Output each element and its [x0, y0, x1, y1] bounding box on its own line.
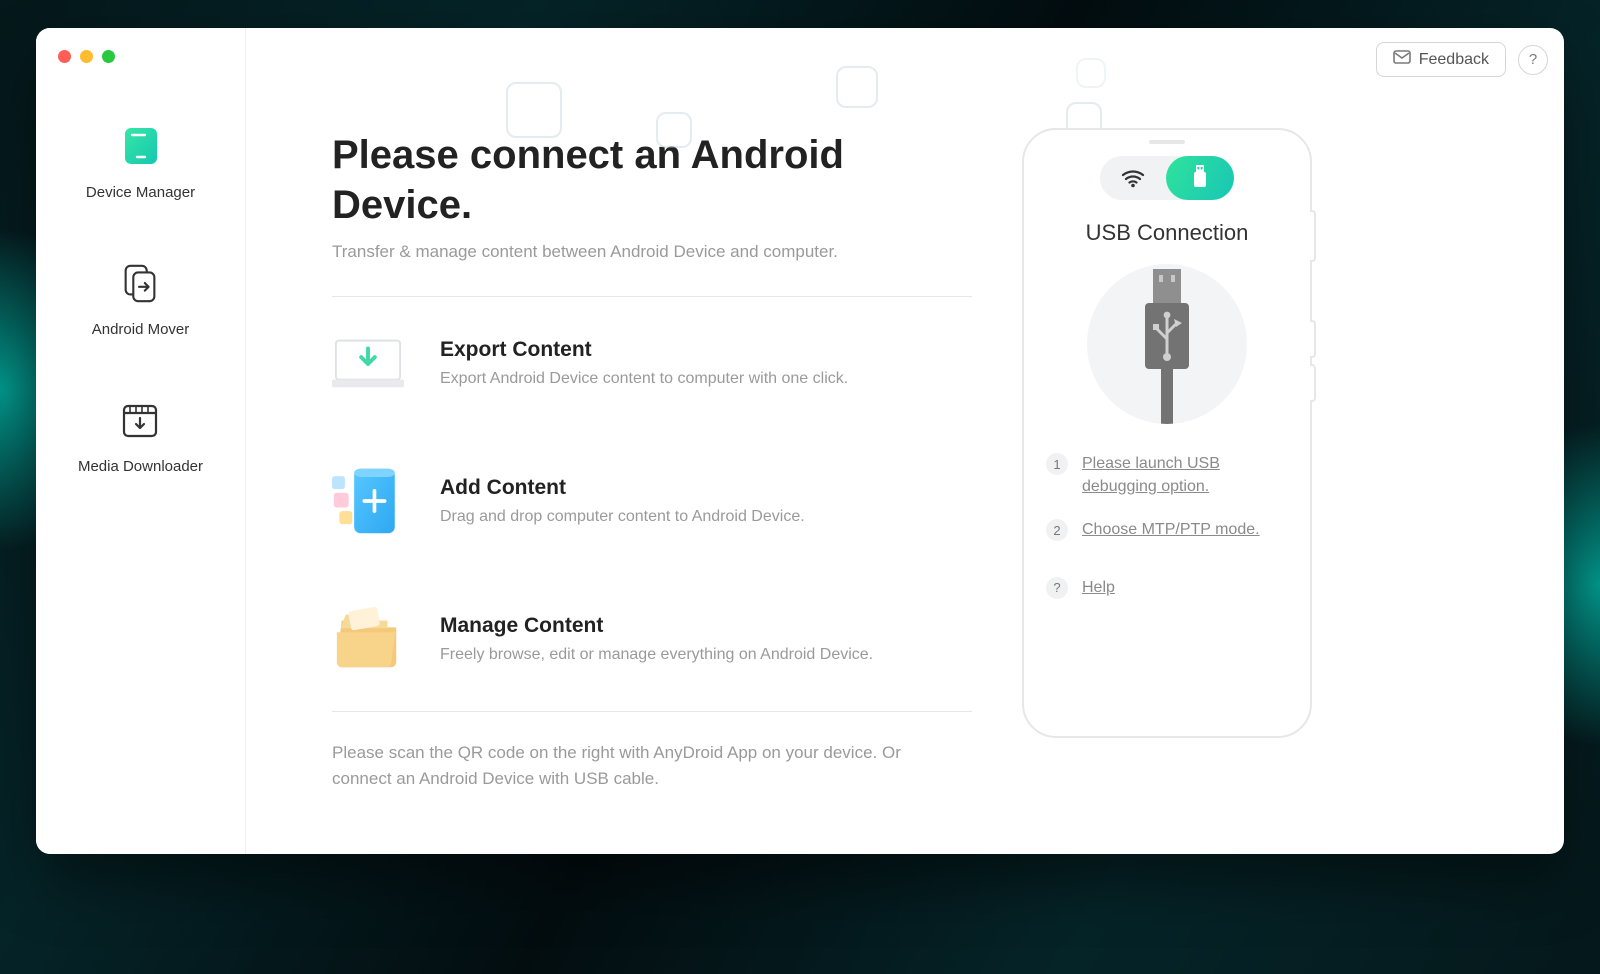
sidebar-item-android-mover[interactable]: Android Mover	[92, 261, 190, 338]
manage-content-icon	[332, 603, 404, 675]
window-traffic-lights	[58, 50, 115, 63]
step-usb-debugging-link[interactable]: Please launch USB debugging option.	[1082, 452, 1288, 498]
top-right-controls: Feedback ?	[1376, 42, 1548, 77]
window-close-icon[interactable]	[58, 50, 71, 63]
phone-side-button	[1310, 320, 1316, 358]
feature-manage-content[interactable]: Manage Content Freely browse, edit or ma…	[332, 573, 972, 711]
main-area: Feedback ? Please connect an Android Dev…	[246, 28, 1564, 854]
feature-title: Add Content	[440, 476, 805, 500]
footer-note: Please scan the QR code on the right wit…	[332, 740, 932, 793]
step-2: 2 Choose MTP/PTP mode.	[1046, 518, 1288, 541]
step-help-icon: ?	[1046, 577, 1068, 599]
add-content-icon	[332, 465, 404, 537]
step-help: ? Help	[1046, 576, 1288, 599]
feature-desc: Drag and drop computer content to Androi…	[440, 508, 805, 526]
sidebar-item-label: Media Downloader	[78, 458, 203, 475]
help-button[interactable]: ?	[1518, 45, 1548, 75]
connection-title: USB Connection	[1086, 220, 1249, 246]
android-mover-icon	[118, 261, 162, 305]
connection-toggle[interactable]	[1100, 156, 1234, 200]
window-minimize-icon[interactable]	[80, 50, 93, 63]
feedback-label: Feedback	[1419, 51, 1489, 69]
window-maximize-icon[interactable]	[102, 50, 115, 63]
feature-title: Export Content	[440, 338, 848, 362]
feature-desc: Export Android Device content to compute…	[440, 370, 848, 388]
feature-desc: Freely browse, edit or manage everything…	[440, 646, 873, 664]
device-manager-icon	[119, 124, 163, 168]
mail-icon	[1393, 50, 1411, 69]
right-panel: USB Connection	[1022, 84, 1332, 814]
sidebar-item-device-manager[interactable]: Device Manager	[86, 124, 195, 201]
step-mtp-ptp-link[interactable]: Choose MTP/PTP mode.	[1082, 518, 1260, 541]
feature-title: Manage Content	[440, 614, 873, 638]
step-number: 2	[1046, 519, 1068, 541]
sidebar-item-media-downloader[interactable]: Media Downloader	[78, 398, 203, 475]
sidebar-item-label: Android Mover	[92, 321, 190, 338]
wifi-icon[interactable]	[1100, 156, 1166, 200]
page-subtitle: Transfer & manage content between Androi…	[332, 242, 972, 262]
help-label: ?	[1529, 51, 1537, 68]
feature-add-content[interactable]: Add Content Drag and drop computer conte…	[332, 435, 972, 573]
media-downloader-icon	[118, 398, 162, 442]
phone-side-button	[1310, 364, 1316, 402]
phone-mock: USB Connection	[1022, 128, 1312, 738]
page-title: Please connect an Android Device.	[332, 130, 972, 230]
step-help-link[interactable]: Help	[1082, 576, 1115, 599]
step-number: 1	[1046, 453, 1068, 475]
sidebar-item-label: Device Manager	[86, 184, 195, 201]
sidebar: Device Manager Android Mover	[36, 28, 246, 854]
app-window: Device Manager Android Mover	[36, 28, 1564, 854]
step-1: 1 Please launch USB debugging option.	[1046, 452, 1288, 498]
export-icon	[332, 327, 404, 399]
usb-icon[interactable]	[1166, 156, 1234, 200]
feature-export-content[interactable]: Export Content Export Android Device con…	[332, 297, 972, 435]
usb-plug-illustration	[1087, 264, 1247, 424]
feedback-button[interactable]: Feedback	[1376, 42, 1506, 77]
phone-side-button	[1310, 210, 1316, 262]
divider	[332, 711, 972, 712]
steps-list: 1 Please launch USB debugging option. 2 …	[1046, 452, 1288, 599]
content-column: Please connect an Android Device. Transf…	[332, 84, 972, 814]
